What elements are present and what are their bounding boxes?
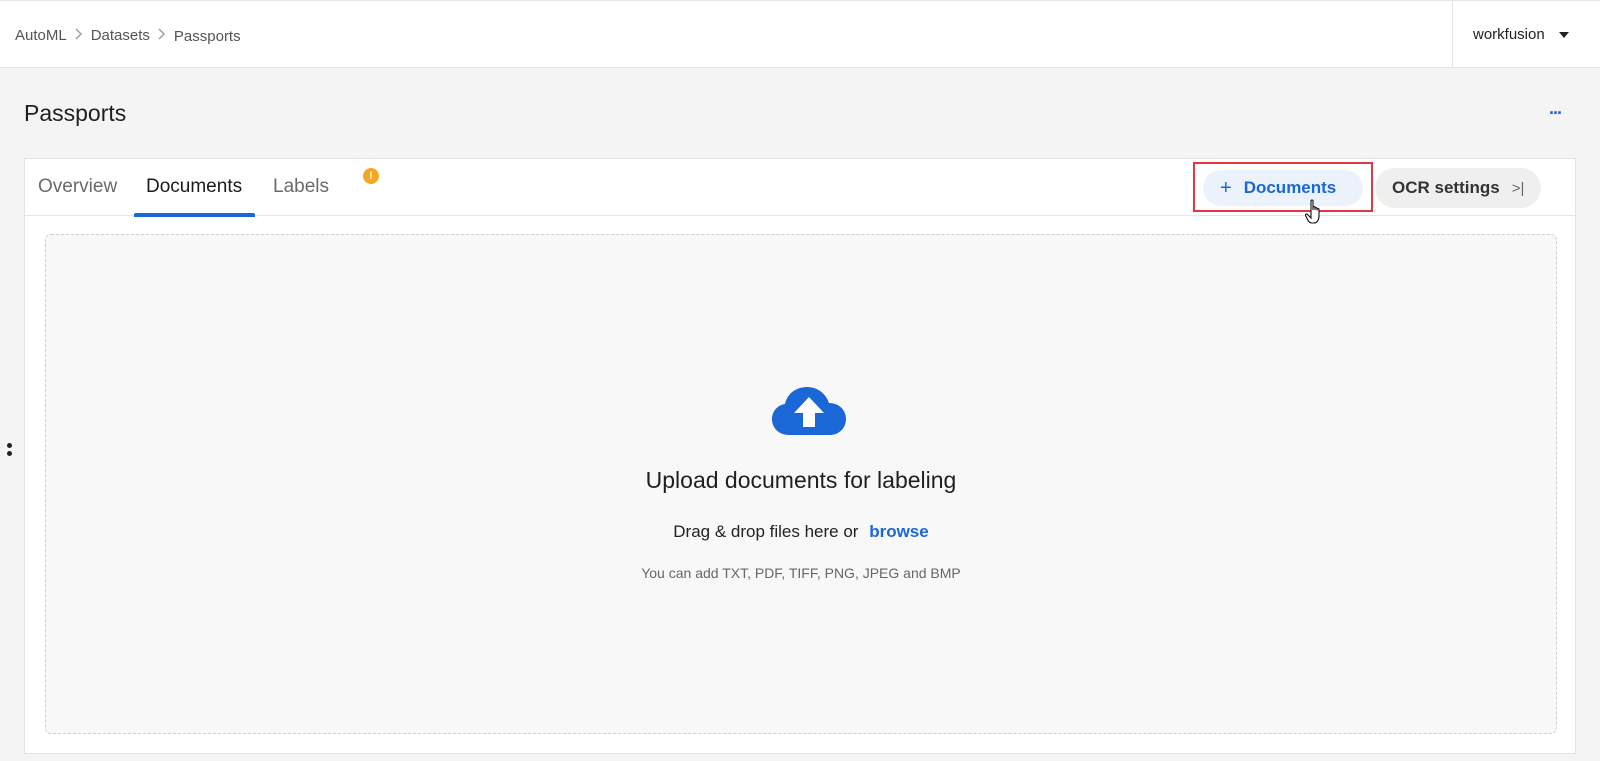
tab-bar: Overview Documents Labels ! + Documents …: [25, 159, 1575, 224]
hand-cursor-icon: [1305, 199, 1320, 224]
breadcrumb-passports: Passports: [173, 28, 241, 45]
dataset-card: Overview Documents Labels ! + Documents …: [24, 158, 1576, 754]
breadcrumb-datasets[interactable]: Datasets: [91, 27, 150, 44]
ocr-settings-label: OCR settings: [1392, 178, 1500, 197]
drag-drop-text: Drag & drop files here or: [673, 522, 859, 541]
cloud-upload-icon: [772, 387, 846, 435]
top-bar: AutoML Datasets Passports workfusion: [0, 0, 1600, 68]
upload-title: Upload documents for labeling: [645, 467, 957, 493]
browse-link[interactable]: browse: [869, 522, 929, 541]
collapse-right-icon: >|: [1511, 179, 1525, 197]
drag-drop-line: Drag & drop files here or browse: [46, 522, 1556, 542]
breadcrumb-automl[interactable]: AutoML: [15, 27, 67, 44]
more-options-button[interactable]: ...: [1543, 99, 1567, 123]
add-documents-label: Documents: [1243, 178, 1337, 197]
tab-overview[interactable]: Overview: [38, 176, 117, 216]
tab-documents[interactable]: Documents: [133, 176, 256, 217]
supported-formats-text: You can add TXT, PDF, TIFF, PNG, JPEG an…: [641, 565, 961, 581]
plus-icon: +: [1220, 177, 1232, 199]
ocr-settings-button[interactable]: OCR settings >|: [1375, 168, 1541, 208]
page-title: Passports: [24, 100, 127, 126]
account-name: workfusion: [1473, 26, 1545, 43]
tab-labels[interactable]: Labels: [273, 176, 329, 216]
caret-down-icon: [1558, 31, 1569, 38]
chevron-right-icon: [150, 27, 174, 44]
warning-badge-icon: !: [363, 168, 379, 184]
breadcrumb: AutoML Datasets Passports: [15, 26, 241, 45]
chevron-right-icon: [67, 27, 91, 44]
account-menu[interactable]: workfusion: [1452, 1, 1600, 68]
add-documents-button[interactable]: + Documents: [1203, 170, 1363, 206]
side-panel-handle-icon[interactable]: [7, 443, 13, 461]
upload-dropzone[interactable]: Upload documents for labeling Drag & dro…: [45, 234, 1557, 734]
